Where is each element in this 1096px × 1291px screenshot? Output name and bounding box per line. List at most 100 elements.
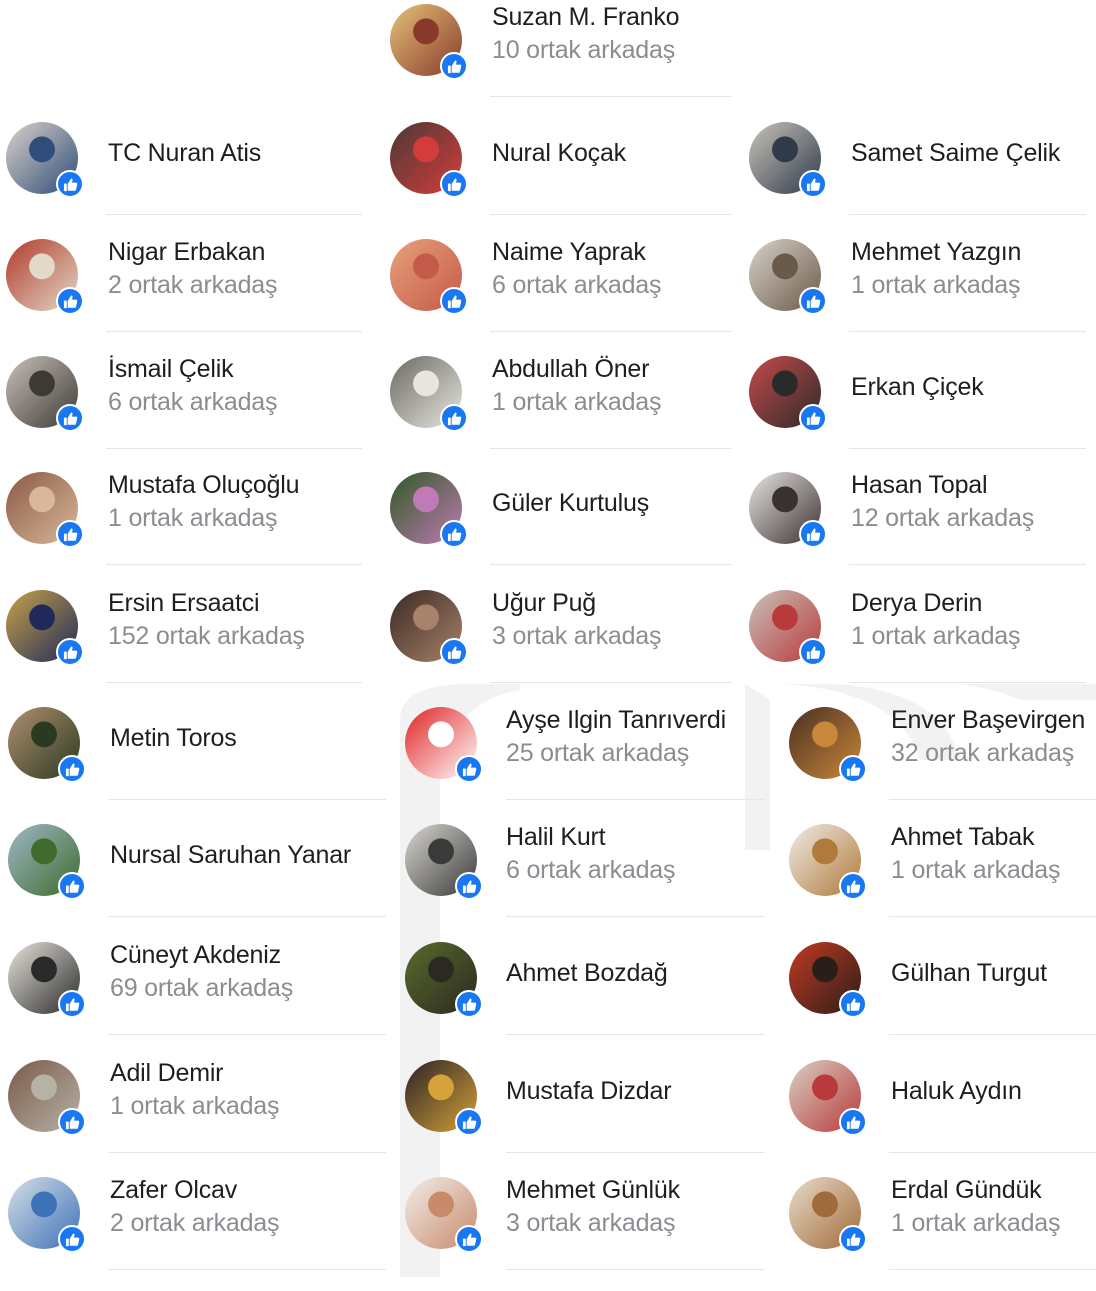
friend-name[interactable]: Ahmet Tabak [891, 823, 1034, 852]
friend-name[interactable]: Ayşe Ilgin Tanrıverdi [506, 706, 726, 735]
friend-name[interactable]: Ahmet Bozdağ [506, 959, 668, 988]
friend-name[interactable]: Mustafa Oluçoğlu [108, 471, 300, 500]
friend-name[interactable]: Halil Kurt [506, 823, 606, 852]
friend-item-right-2[interactable]: Erkan Çiçek [745, 352, 1096, 470]
divider [108, 1152, 386, 1153]
mutual-friends-count[interactable]: 3 ortak arkadaş [506, 1209, 676, 1238]
friend-item-right-6[interactable]: Ahmet Tabak 1 ortak arkadaş [745, 820, 1096, 938]
mutual-friends-count[interactable]: 10 ortak arkadaş [492, 36, 675, 65]
mutual-friends-count[interactable]: 12 ortak arkadaş [851, 504, 1034, 533]
friend-item-middle-2[interactable]: Naime Yaprak 6 ortak arkadaş [385, 235, 765, 353]
divider [106, 682, 362, 683]
friend-name[interactable]: Erdal Gündük [891, 1176, 1042, 1205]
friend-item-left-3[interactable]: Mustafa Oluçoğlu 1 ortak arkadaş [0, 468, 390, 586]
friend-name[interactable]: Erkan Çiçek [851, 373, 984, 402]
divider [108, 799, 386, 800]
like-badge [455, 872, 483, 900]
mutual-friends-count[interactable]: 1 ortak arkadaş [108, 504, 278, 533]
friend-name[interactable]: Abdullah Öner [492, 355, 649, 384]
friend-name[interactable]: Mustafa Dizdar [506, 1077, 672, 1106]
friend-name[interactable]: Zafer Olcav [110, 1176, 237, 1205]
friend-item-left-8[interactable]: Adil Demir 1 ortak arkadaş [0, 1056, 390, 1174]
friend-item-middle-9[interactable]: Mustafa Dizdar [385, 1056, 765, 1174]
thumbs-up-icon [462, 1233, 476, 1246]
like-badge [440, 638, 468, 666]
friend-item-left-0[interactable]: TC Nuran Atis [0, 118, 390, 236]
friend-item-left-6[interactable]: Nursal Saruhan Yanar [0, 820, 390, 938]
friend-item-middle-0[interactable]: Suzan M. Franko 10 ortak arkadaş [385, 0, 765, 118]
friend-item-middle-1[interactable]: Nural Koçak [385, 118, 765, 236]
friend-item-middle-6[interactable]: Ayşe Ilgin Tanrıverdi 25 ortak arkadaş [385, 703, 765, 821]
friend-name[interactable]: Naime Yaprak [492, 238, 646, 267]
friend-name[interactable]: Adil Demir [110, 1059, 223, 1088]
mutual-friends-count[interactable]: 1 ortak arkadaş [851, 622, 1021, 651]
friend-item-left-5[interactable]: Metin Toros [0, 703, 390, 821]
friend-item-middle-8[interactable]: Ahmet Bozdağ [385, 938, 765, 1056]
mutual-friends-count[interactable]: 1 ortak arkadaş [891, 1209, 1061, 1238]
friend-name[interactable]: Enver Başevirgen [891, 706, 1085, 735]
friend-item-left-9[interactable]: Zafer Olcav 2 ortak arkadaş [0, 1173, 390, 1291]
friend-name[interactable]: Haluk Aydın [891, 1077, 1022, 1106]
friend-name[interactable]: Nigar Erbakan [108, 238, 265, 267]
friend-name[interactable]: Derya Derin [851, 589, 982, 618]
like-badge [839, 1108, 867, 1136]
friend-name[interactable]: Metin Toros [110, 724, 237, 753]
mutual-friends-count[interactable]: 69 ortak arkadaş [110, 974, 293, 1003]
mutual-friends-count[interactable]: 1 ortak arkadaş [110, 1092, 280, 1121]
mutual-friends-count[interactable]: 152 ortak arkadaş [108, 622, 305, 651]
friend-item-right-1[interactable]: Mehmet Yazgın 1 ortak arkadaş [745, 235, 1096, 353]
friend-item-right-5[interactable]: Enver Başevirgen 32 ortak arkadaş [745, 703, 1096, 821]
friend-item-middle-3[interactable]: Abdullah Öner 1 ortak arkadaş [385, 352, 765, 470]
thumbs-up-icon [846, 763, 860, 776]
mutual-friends-count[interactable]: 1 ortak arkadaş [492, 388, 662, 417]
friend-name[interactable]: TC Nuran Atis [108, 139, 261, 168]
mutual-friends-count[interactable]: 6 ortak arkadaş [108, 388, 278, 417]
friend-item-left-4[interactable]: Ersin Ersaatci 152 ortak arkadaş [0, 586, 390, 704]
friend-name[interactable]: Mehmet Yazgın [851, 238, 1021, 267]
thumbs-up-icon [63, 412, 77, 425]
divider [106, 214, 362, 215]
friend-item-right-4[interactable]: Derya Derin 1 ortak arkadaş [745, 586, 1096, 704]
friend-name[interactable]: Cüneyt Akdeniz [110, 941, 281, 970]
friend-item-left-2[interactable]: İsmail Çelik 6 ortak arkadaş [0, 352, 390, 470]
friend-name[interactable]: Gülhan Turgut [891, 959, 1047, 988]
friend-item-right-0[interactable]: Samet Saime Çelik [745, 118, 1096, 236]
friend-item-right-8[interactable]: Haluk Aydın [745, 1056, 1096, 1174]
friend-item-middle-5[interactable]: Uğur Puğ 3 ortak arkadaş [385, 586, 765, 704]
friend-item-right-7[interactable]: Gülhan Turgut [745, 938, 1096, 1056]
friend-name[interactable]: İsmail Çelik [108, 355, 234, 384]
friend-name[interactable]: Samet Saime Çelik [851, 139, 1060, 168]
mutual-friends-count[interactable]: 6 ortak arkadaş [492, 271, 662, 300]
friend-item-right-9[interactable]: Erdal Gündük 1 ortak arkadaş [745, 1173, 1096, 1291]
friend-item-middle-7[interactable]: Halil Kurt 6 ortak arkadaş [385, 820, 765, 938]
mutual-friends-count[interactable]: 1 ortak arkadaş [851, 271, 1021, 300]
mutual-friends-count[interactable]: 6 ortak arkadaş [506, 856, 676, 885]
thumbs-up-icon [65, 763, 79, 776]
friend-item-left-7[interactable]: Cüneyt Akdeniz 69 ortak arkadaş [0, 938, 390, 1056]
mutual-friends-count[interactable]: 3 ortak arkadaş [492, 622, 662, 651]
friend-item-middle-10[interactable]: Mehmet Günlük 3 ortak arkadaş [385, 1173, 765, 1291]
like-badge [839, 1225, 867, 1253]
divider [106, 448, 362, 449]
like-badge [839, 990, 867, 1018]
friend-name[interactable]: Nursal Saruhan Yanar [110, 841, 351, 870]
thumbs-up-icon [447, 528, 461, 541]
friend-name[interactable]: Mehmet Günlük [506, 1176, 680, 1205]
mutual-friends-count[interactable]: 2 ortak arkadaş [110, 1209, 280, 1238]
friend-name[interactable]: Suzan M. Franko [492, 3, 680, 32]
mutual-friends-count[interactable]: 2 ortak arkadaş [108, 271, 278, 300]
friend-name[interactable]: Nural Koçak [492, 139, 626, 168]
thumbs-up-icon [806, 295, 820, 308]
friend-name[interactable]: Ersin Ersaatci [108, 589, 260, 618]
mutual-friends-count[interactable]: 25 ortak arkadaş [506, 739, 689, 768]
friend-item-middle-4[interactable]: Güler Kurtuluş [385, 468, 765, 586]
friend-name[interactable]: Hasan Topal [851, 471, 988, 500]
thumbs-up-icon [806, 178, 820, 191]
friend-item-left-1[interactable]: Nigar Erbakan 2 ortak arkadaş [0, 235, 390, 353]
friend-name[interactable]: Uğur Puğ [492, 589, 596, 618]
mutual-friends-count[interactable]: 1 ortak arkadaş [891, 856, 1061, 885]
mutual-friends-count[interactable]: 32 ortak arkadaş [891, 739, 1074, 768]
like-badge [56, 638, 84, 666]
friend-item-right-3[interactable]: Hasan Topal 12 ortak arkadaş [745, 468, 1096, 586]
friend-name[interactable]: Güler Kurtuluş [492, 489, 649, 518]
